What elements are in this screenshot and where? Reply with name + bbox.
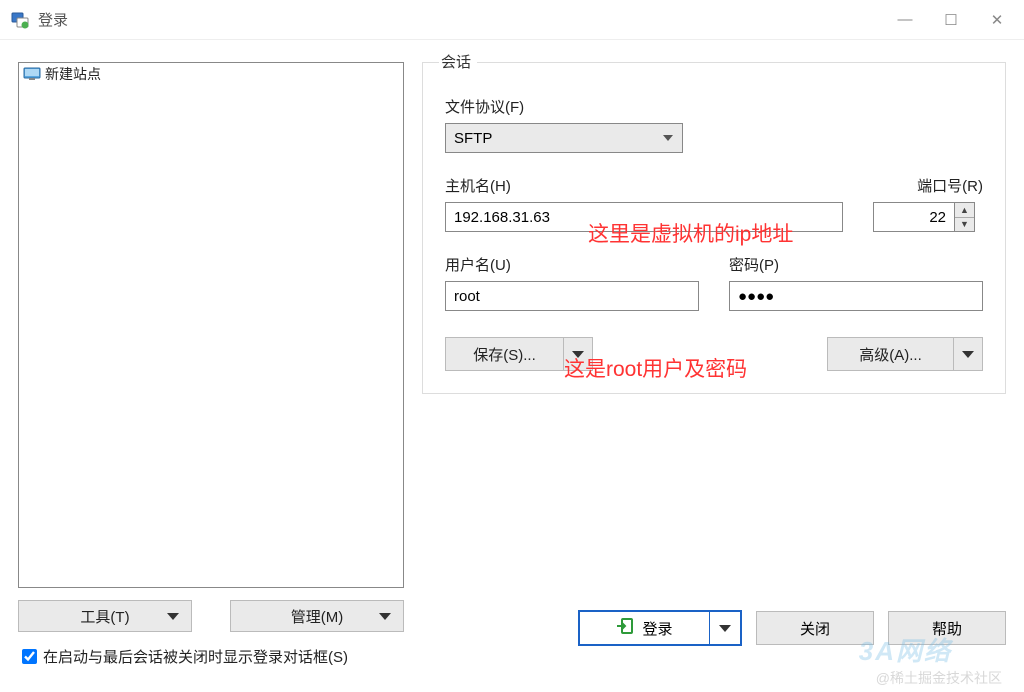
- username-input[interactable]: [445, 281, 699, 311]
- manage-button[interactable]: 管理(M): [230, 600, 404, 632]
- save-button[interactable]: 保存(S)...: [445, 337, 563, 371]
- show-login-on-close-checkbox[interactable]: 在启动与最后会话被关闭时显示登录对话框(S): [18, 646, 404, 667]
- host-input[interactable]: [445, 202, 843, 232]
- advanced-button[interactable]: 高级(A)...: [827, 337, 953, 371]
- login-dropdown[interactable]: [710, 612, 740, 644]
- protocol-select[interactable]: [445, 123, 683, 153]
- monitor-icon: [23, 67, 41, 81]
- app-icon: [10, 10, 30, 30]
- close-button[interactable]: 关闭: [756, 611, 874, 645]
- chevron-down-icon: [379, 613, 391, 620]
- title-bar: 登录 — ☐ ✕: [0, 0, 1024, 40]
- help-button[interactable]: 帮助: [888, 611, 1006, 645]
- protocol-label: 文件协议(F): [445, 96, 983, 117]
- site-tree[interactable]: 新建站点: [18, 62, 404, 588]
- login-icon: [616, 617, 634, 639]
- chevron-down-icon: [167, 613, 179, 620]
- site-item-label: 新建站点: [45, 64, 101, 84]
- minimize-button[interactable]: —: [882, 4, 928, 36]
- login-button[interactable]: 登录: [580, 612, 710, 644]
- close-window-button[interactable]: ✕: [974, 4, 1020, 36]
- spinner-up[interactable]: ▲: [955, 203, 974, 218]
- session-fieldset: 会话 文件协议(F) 主机名(H) 端口号(R) ▲: [422, 62, 1006, 394]
- watermark-community: @稀土掘金技术社区: [876, 668, 1002, 688]
- username-label: 用户名(U): [445, 254, 699, 275]
- show-login-checkbox-input[interactable]: [22, 649, 37, 664]
- advanced-dropdown[interactable]: [953, 337, 983, 371]
- window-controls: — ☐ ✕: [882, 4, 1020, 36]
- port-input[interactable]: [873, 202, 955, 232]
- maximize-button[interactable]: ☐: [928, 4, 974, 36]
- spinner-down[interactable]: ▼: [955, 218, 974, 232]
- chevron-down-icon: [719, 625, 731, 632]
- window-title: 登录: [38, 9, 68, 30]
- session-legend: 会话: [439, 51, 477, 72]
- tools-button[interactable]: 工具(T): [18, 600, 192, 632]
- site-tree-item[interactable]: 新建站点: [19, 63, 403, 85]
- password-label: 密码(P): [729, 254, 983, 275]
- port-label: 端口号(R): [873, 175, 983, 196]
- save-dropdown[interactable]: [563, 337, 593, 371]
- host-label: 主机名(H): [445, 175, 843, 196]
- port-spinner[interactable]: ▲ ▼: [955, 202, 975, 232]
- chevron-down-icon: [962, 351, 974, 358]
- chevron-down-icon: [572, 351, 584, 358]
- login-button-group: 登录: [578, 610, 742, 646]
- password-input[interactable]: [729, 281, 983, 311]
